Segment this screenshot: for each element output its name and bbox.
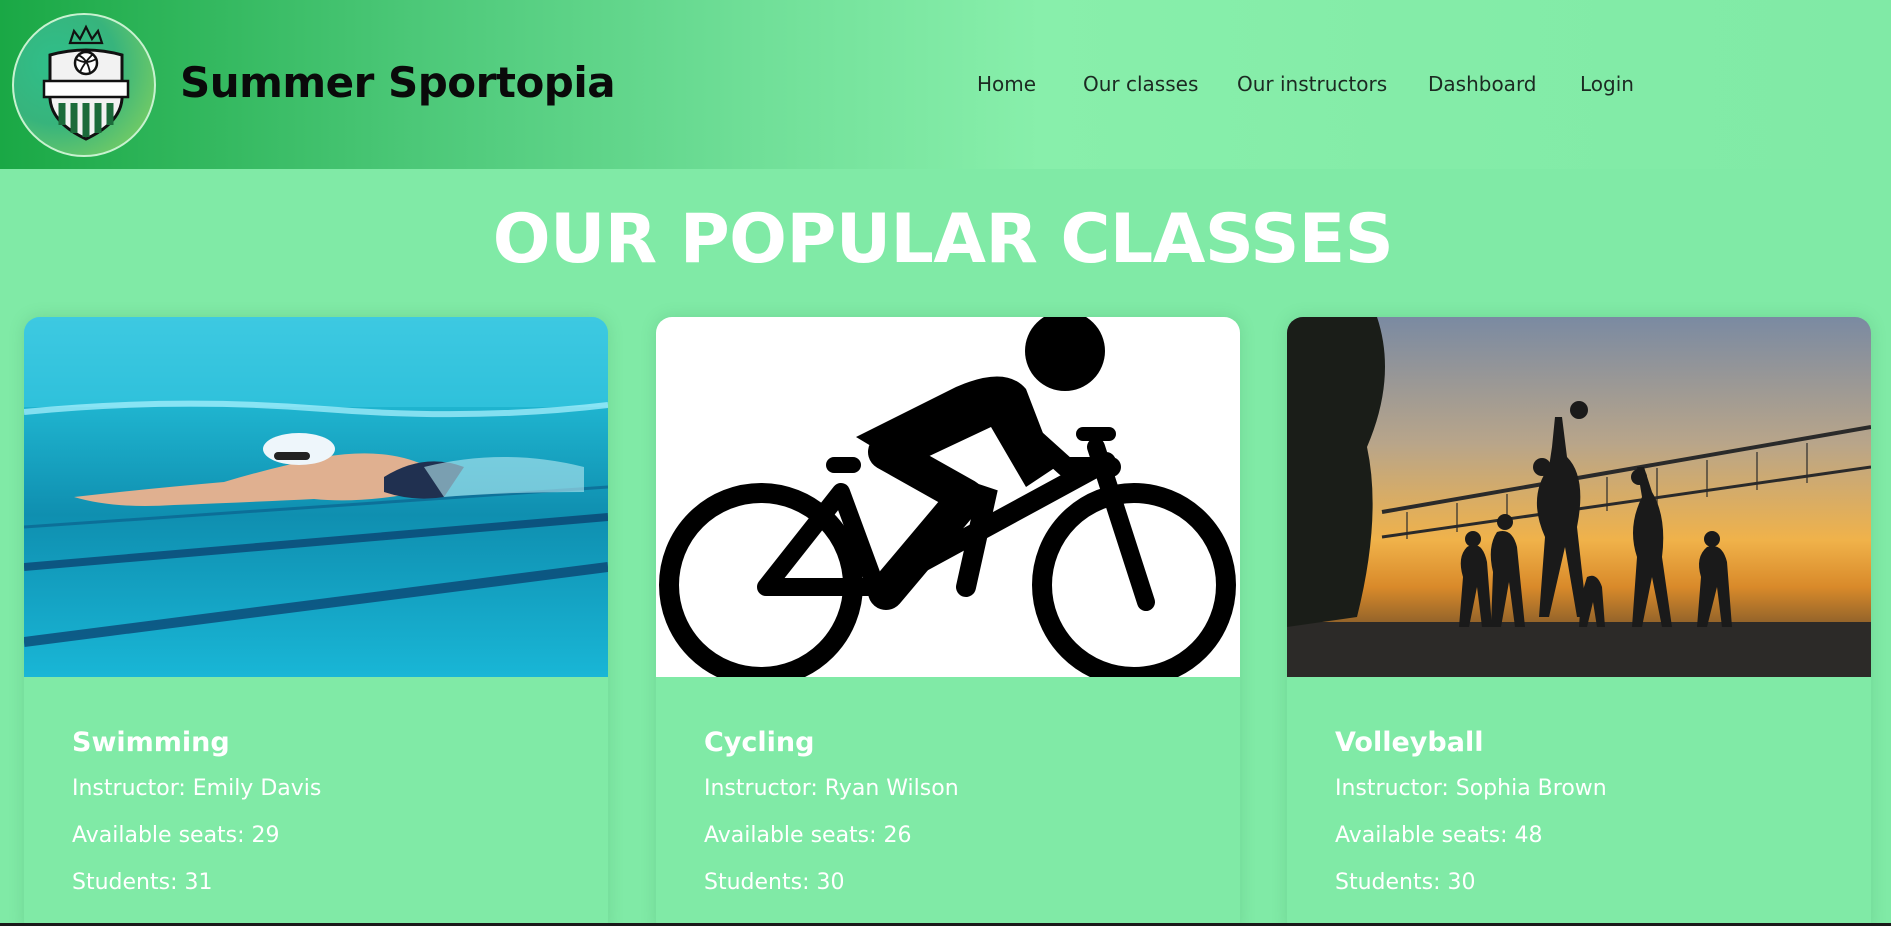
nav-our-instructors[interactable]: Our instructors — [1237, 72, 1387, 96]
card-body: Volleyball Instructor: Sophia Brown Avai… — [1287, 677, 1871, 895]
class-card-cycling[interactable]: Cycling Instructor: Ryan Wilson Availabl… — [656, 317, 1240, 926]
class-instructor: Instructor: Sophia Brown — [1335, 776, 1607, 801]
class-instructor: Instructor: Ryan Wilson — [704, 776, 959, 801]
cyclist-pictogram — [656, 317, 1240, 677]
navbar: Summer Sportopia Home Our classes Our in… — [0, 0, 1891, 169]
swimmer-photo — [24, 317, 608, 677]
card-body: Cycling Instructor: Ryan Wilson Availabl… — [656, 677, 1240, 895]
class-card-volleyball[interactable]: Volleyball Instructor: Sophia Brown Avai… — [1287, 317, 1871, 926]
class-available-seats: Available seats: 26 — [704, 823, 912, 848]
class-card-swimming[interactable]: Swimming Instructor: Emily Davis Availab… — [24, 317, 608, 926]
nav-dashboard[interactable]: Dashboard — [1428, 72, 1537, 96]
class-name: Swimming — [72, 727, 230, 758]
section-title: OUR POPULAR CLASSES — [492, 200, 1394, 279]
volleyball-sunset-photo — [1287, 317, 1871, 677]
brand-name[interactable]: Summer Sportopia — [180, 58, 616, 107]
class-students: Students: 31 — [72, 870, 213, 895]
logo-shield-icon — [42, 24, 130, 141]
brand-logo[interactable] — [12, 13, 156, 157]
nav-our-classes[interactable]: Our classes — [1083, 72, 1198, 96]
class-instructor: Instructor: Emily Davis — [72, 776, 322, 801]
class-available-seats: Available seats: 29 — [72, 823, 280, 848]
class-available-seats: Available seats: 48 — [1335, 823, 1543, 848]
class-students: Students: 30 — [1335, 870, 1476, 895]
nav-home[interactable]: Home — [977, 72, 1036, 96]
nav-login[interactable]: Login — [1580, 72, 1634, 96]
class-name: Cycling — [704, 727, 815, 758]
class-name: Volleyball — [1335, 727, 1484, 758]
class-students: Students: 30 — [704, 870, 845, 895]
card-body: Swimming Instructor: Emily Davis Availab… — [24, 677, 608, 895]
